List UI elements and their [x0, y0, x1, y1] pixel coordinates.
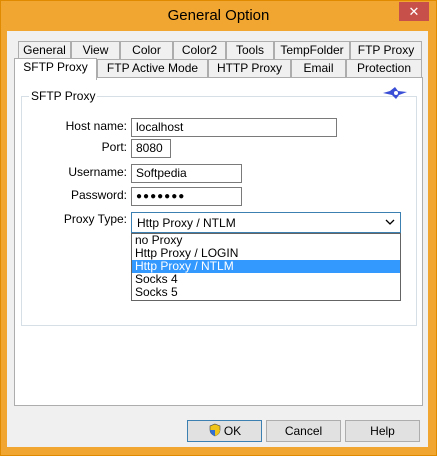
- tab-color[interactable]: Color: [120, 41, 173, 59]
- tab-general[interactable]: General: [18, 41, 71, 59]
- password-input[interactable]: ●●●●●●●: [131, 187, 242, 206]
- title-bar[interactable]: General Option ✕: [1, 1, 436, 32]
- tab-sftp-proxy[interactable]: SFTP Proxy: [14, 58, 97, 80]
- help-button[interactable]: Help: [345, 420, 420, 442]
- port-input[interactable]: 8080: [131, 139, 171, 158]
- password-label: Password:: [70, 188, 127, 202]
- tab-ftp-active-mode[interactable]: FTP Active Mode: [97, 59, 208, 77]
- host-name-input[interactable]: localhost: [131, 118, 337, 137]
- proxy-type-value: Http Proxy / NTLM: [137, 216, 236, 230]
- tab-view[interactable]: View: [71, 41, 120, 59]
- tab-ftp-proxy[interactable]: FTP Proxy: [350, 41, 422, 59]
- host-name-label: Host name:: [65, 119, 127, 133]
- cancel-button[interactable]: Cancel: [266, 420, 341, 442]
- dropdown-option-socks5[interactable]: Socks 5: [132, 286, 400, 299]
- group-title: SFTP Proxy: [29, 89, 98, 103]
- tab-email[interactable]: Email: [291, 59, 346, 77]
- proxy-type-dropdown: no Proxy Http Proxy / LOGIN Http Proxy /…: [131, 233, 401, 301]
- star-logo-icon: [383, 87, 407, 99]
- ok-label: OK: [223, 424, 242, 438]
- tab-tools[interactable]: Tools: [226, 41, 274, 59]
- ok-button[interactable]: OK: [187, 420, 262, 442]
- tab-color2[interactable]: Color2: [173, 41, 226, 59]
- proxy-type-select[interactable]: Http Proxy / NTLM: [131, 212, 401, 233]
- proxy-type-label: Proxy Type:: [63, 212, 127, 226]
- window-title: General Option: [167, 7, 270, 24]
- chevron-down-icon: [385, 219, 395, 225]
- close-button[interactable]: ✕: [399, 2, 429, 21]
- port-label: Port:: [101, 140, 127, 154]
- username-label: Username:: [68, 165, 127, 179]
- username-input[interactable]: Softpedia: [131, 164, 242, 183]
- tab-protection[interactable]: Protection: [346, 59, 422, 77]
- tab-tempfolder[interactable]: TempFolder: [274, 41, 350, 59]
- tab-http-proxy[interactable]: HTTP Proxy: [208, 59, 291, 77]
- uac-shield-icon: [209, 423, 221, 437]
